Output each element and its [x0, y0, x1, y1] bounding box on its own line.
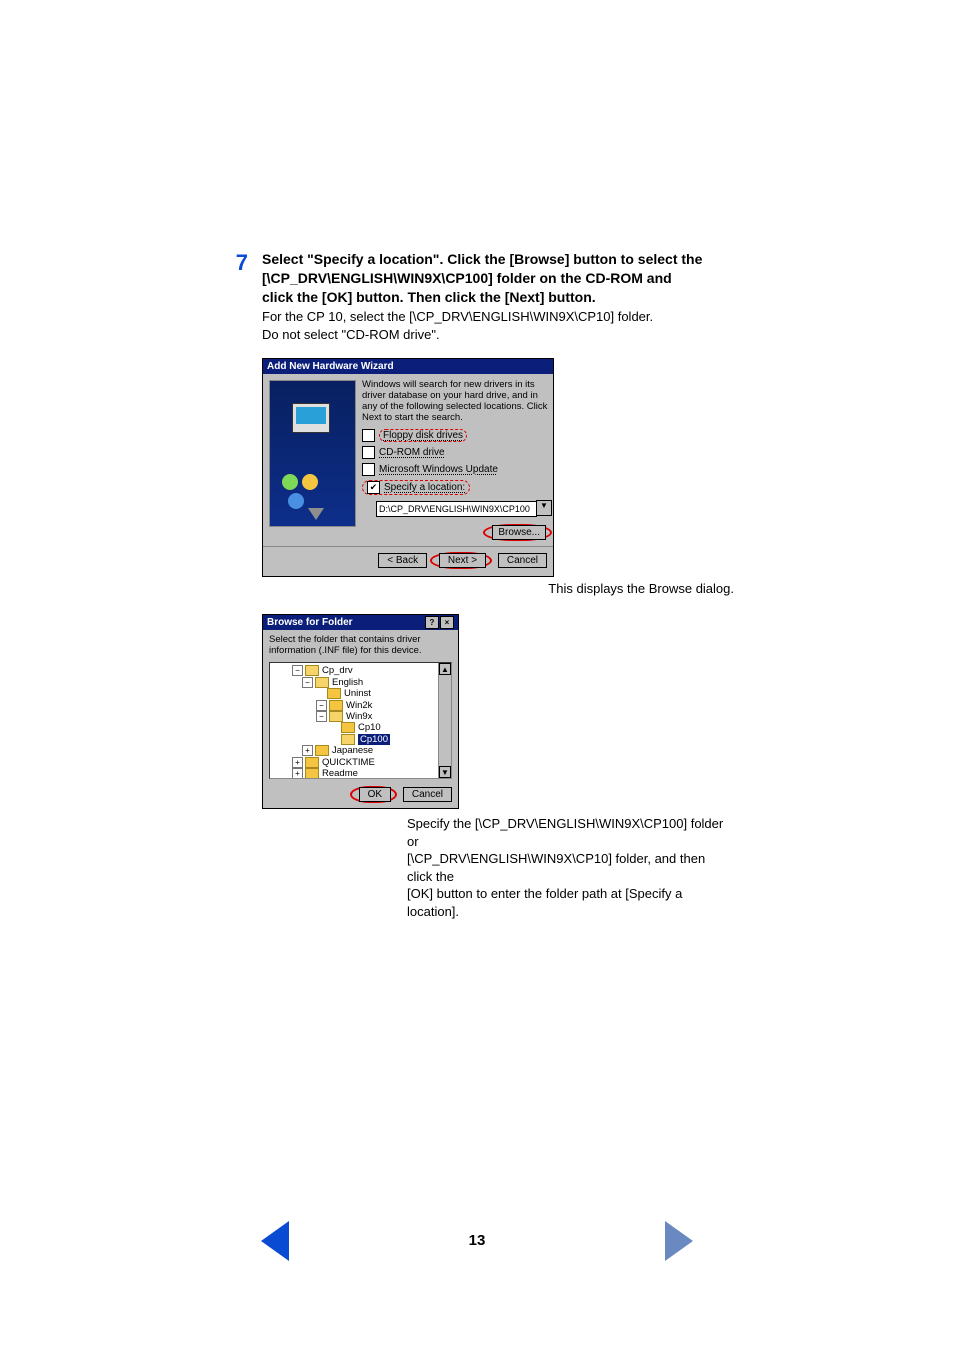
step-bold-3: click the [OK] button. Then click the [N… — [262, 288, 734, 307]
next-page-arrow-icon[interactable] — [665, 1221, 693, 1261]
node-win2k[interactable]: Win2k — [346, 700, 372, 711]
node-cp10[interactable]: Cp10 — [358, 722, 381, 733]
browse-title: Browse for Folder — [267, 617, 353, 628]
add-new-hardware-wizard: Add New Hardware Wizard Windows will sea… — [262, 358, 554, 578]
wizard-caption: This displays the Browse dialog. — [262, 581, 734, 596]
step-bold-2: [\CP_DRV\ENGLISH\WIN9X\CP100] folder on … — [262, 269, 734, 288]
step-bold-1: Select "Specify a location". Click the [… — [262, 250, 734, 269]
after-browse-3: [OK] button to enter the folder path at … — [407, 885, 734, 920]
browse-cancel-button[interactable]: Cancel — [403, 787, 452, 802]
path-dropdown-button[interactable]: ▼ — [536, 500, 552, 516]
winupdate-checkbox[interactable] — [362, 463, 375, 476]
monitor-icon — [292, 403, 330, 433]
node-uninst[interactable]: Uninst — [344, 688, 371, 699]
after-browse-2: [\CP_DRV\ENGLISH\WIN9X\CP10] folder, and… — [407, 850, 734, 885]
browse-for-folder-dialog: Browse for Folder ? × Select the folder … — [262, 614, 459, 809]
node-english[interactable]: English — [332, 677, 363, 688]
step-number: 7 — [220, 250, 248, 276]
floppy-checkbox[interactable] — [362, 429, 375, 442]
back-button[interactable]: < Back — [378, 553, 427, 568]
next-button[interactable]: Next > — [439, 553, 486, 568]
compass-icon — [308, 508, 324, 520]
floppy-label: Floppy disk drives — [383, 430, 463, 441]
page-number: 13 — [469, 1232, 486, 1249]
wizard-title: Add New Hardware Wizard — [263, 359, 553, 374]
wizard-intro-text: Windows will search for new drivers in i… — [362, 380, 552, 424]
specify-location-label: Specify a location: — [384, 482, 465, 493]
scroll-up-icon[interactable]: ▲ — [439, 663, 451, 675]
specify-location-checkbox[interactable] — [367, 481, 380, 494]
node-readme[interactable]: Readme — [322, 768, 358, 779]
folder-tree[interactable]: −Cp_drv −English Uninst −Win2k −Win9x Cp… — [269, 662, 452, 779]
cdrom-checkbox[interactable] — [362, 446, 375, 459]
node-japanese[interactable]: Japanese — [332, 745, 373, 756]
step-plain-1: For the CP 10, select the [\CP_DRV\ENGLI… — [262, 308, 734, 326]
node-win9x[interactable]: Win9x — [346, 711, 372, 722]
node-cp-drv[interactable]: Cp_drv — [322, 665, 353, 676]
browse-ok-button[interactable]: OK — [359, 787, 391, 802]
winupdate-label: Microsoft Windows Update — [379, 464, 498, 475]
close-icon[interactable]: × — [440, 616, 454, 629]
help-icon[interactable]: ? — [425, 616, 439, 629]
gears-icon — [280, 474, 320, 512]
cancel-button[interactable]: Cancel — [498, 553, 547, 568]
node-quicktime[interactable]: QUICKTIME — [322, 757, 375, 768]
browse-prompt: Select the folder that contains driver i… — [263, 630, 458, 660]
scroll-down-icon[interactable]: ▼ — [439, 766, 451, 778]
node-cp100[interactable]: Cp100 — [358, 734, 390, 745]
wizard-side-image — [269, 380, 356, 527]
prev-page-arrow-icon[interactable] — [261, 1221, 289, 1261]
cdrom-label: CD-ROM drive — [379, 447, 445, 458]
after-browse-1: Specify the [\CP_DRV\ENGLISH\WIN9X\CP100… — [407, 815, 734, 850]
location-path-input[interactable]: D:\CP_DRV\ENGLISH\WIN9X\CP100 — [376, 501, 537, 517]
tree-scrollbar[interactable]: ▲ ▼ — [438, 663, 451, 778]
browse-button[interactable]: Browse... — [492, 525, 546, 540]
step-plain-2: Do not select "CD-ROM drive". — [262, 326, 734, 344]
